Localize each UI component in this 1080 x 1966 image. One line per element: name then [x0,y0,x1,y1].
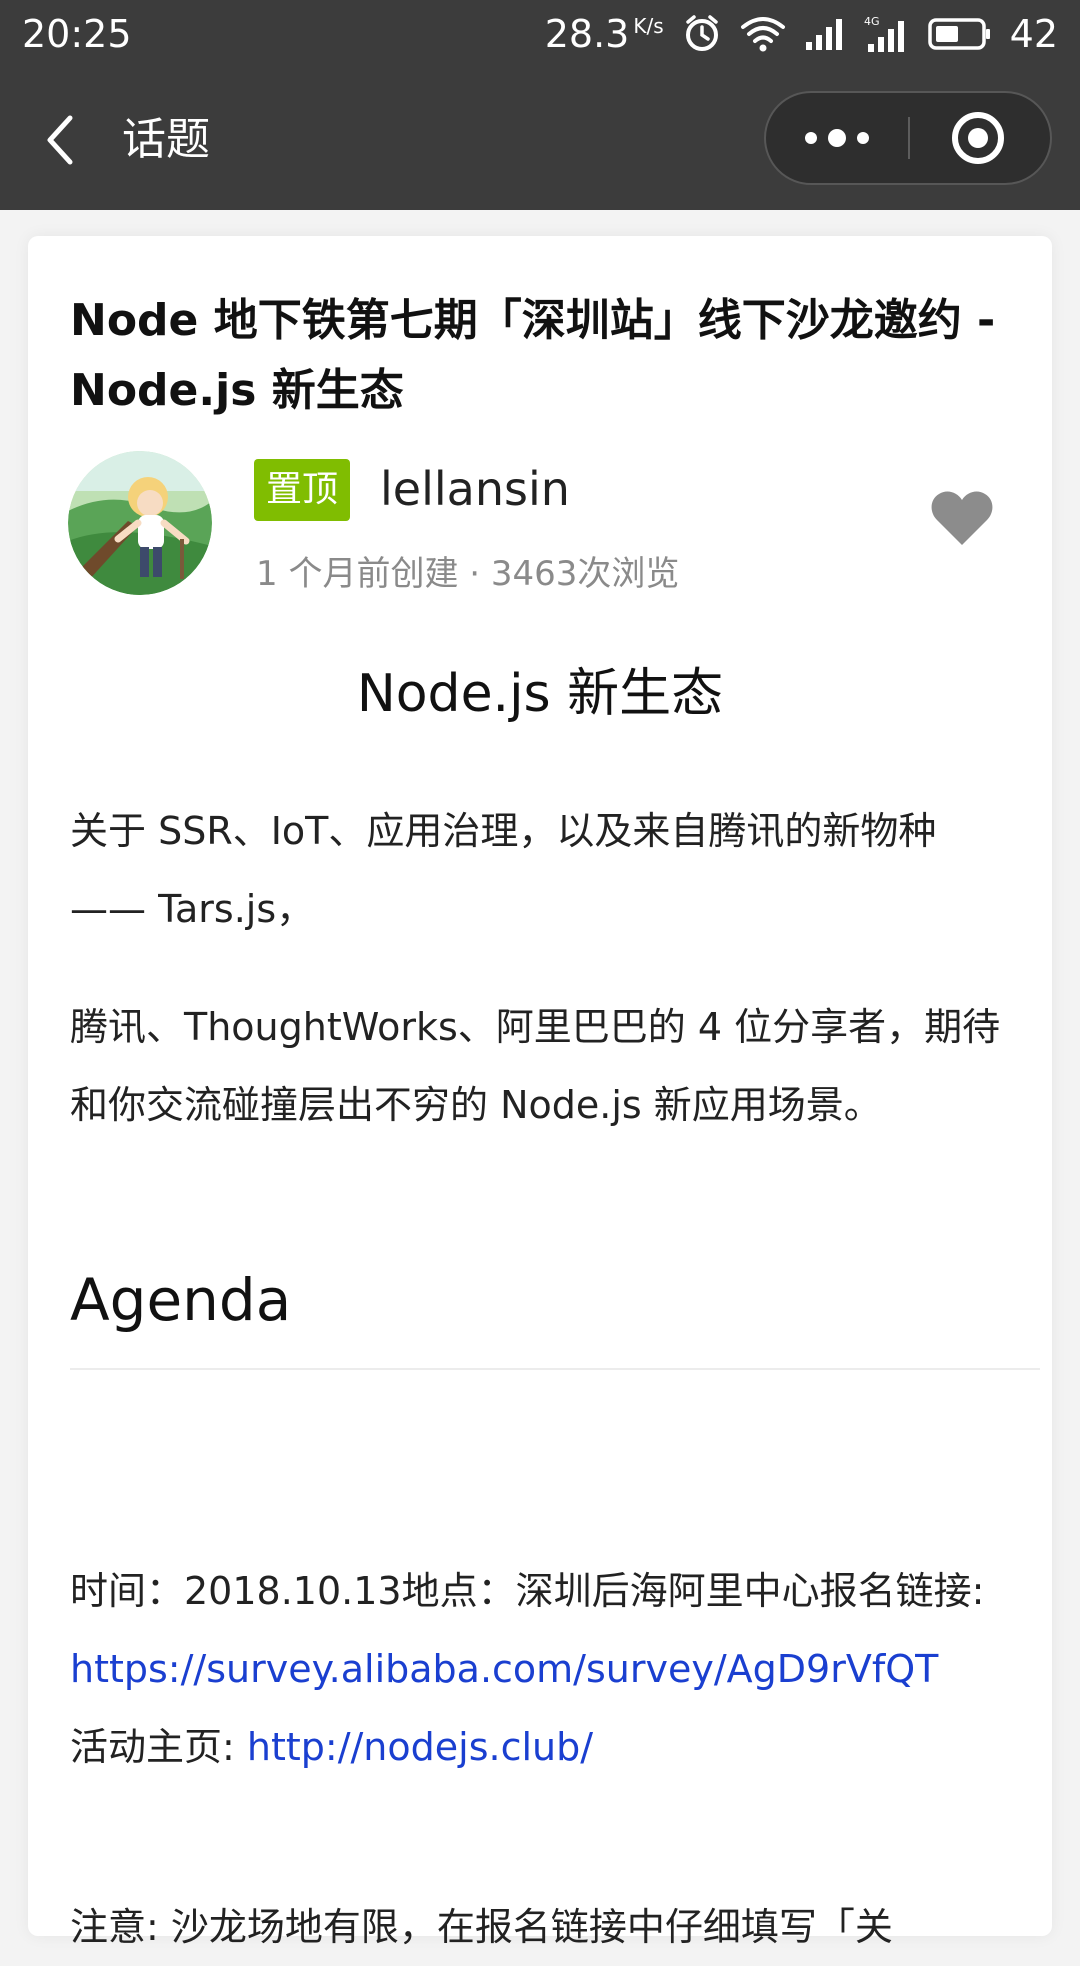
close-miniprogram-icon[interactable] [910,93,1050,183]
agenda-heading: Agenda [70,1266,292,1334]
signal-icon [805,19,842,50]
event-info-text: 时间：2018.10.13地点：深圳后海阿里中心报名链接: [70,1569,985,1613]
alarm-icon [685,15,718,51]
topic-title: Node 地下铁第七期「深圳站」线下沙龙邀约 - Node.js 新生态 [70,295,996,416]
network-speed-unit: K/s [633,14,664,38]
event-info: 时间：2018.10.13地点：深圳后海阿里中心报名链接: https://su… [70,1552,1020,1786]
page-title: 话题 [122,114,210,165]
topic-meta: 1 个月前创建 · 3463次浏览 [256,554,680,594]
network-speed-value: 28.3 [544,12,630,56]
battery-icon [927,18,990,50]
signup-link[interactable]: https://survey.alibaba.com/survey/AgD9rV… [70,1647,938,1691]
author-avatar[interactable] [68,451,212,595]
network-speed: 28.3 K/s [545,12,664,56]
author-name[interactable]: lellansin [380,456,570,522]
status-icons: 28.3 K/s 4G 42 [545,12,1058,56]
status-time: 20:25 [22,12,132,56]
speakers-paragraph: 腾讯、ThoughtWorks、阿里巴巴的 4 位分享者，期待和你交流碰撞层出不… [70,1005,1001,1127]
intro-paragraph: 关于 SSR、IoT、应用治理，以及来自腾讯的新物种 —— Tars.js， [70,809,937,931]
miniprogram-capsule [764,91,1052,185]
agenda-divider [70,1368,1040,1370]
battery-level: 42 [1009,12,1058,56]
svg-text:4G: 4G [864,15,880,28]
homepage-label: 活动主页: [70,1725,247,1769]
wifi-icon [740,17,785,52]
nav-bar: 话题 [0,68,1080,210]
content-heading: Node.js 新生态 [356,664,724,724]
heart-icon[interactable] [930,489,994,547]
more-options-icon[interactable] [766,93,908,183]
signal-4g-icon: 4G [864,15,904,52]
homepage-link[interactable]: http://nodejs.club/ [247,1725,593,1769]
back-arrow-icon[interactable] [40,112,84,168]
status-bar: 20:25 28.3 K/s 4G 42 [0,0,1080,68]
pinned-badge: 置顶 [254,459,351,521]
topic-card: Node 地下铁第七期「深圳站」线下沙龙邀约 - Node.js 新生态 置顶 … [28,236,1052,1949]
notice-paragraph: 注意: 沙龙场地有限，在报名链接中仔细填写「关 [70,1905,893,1949]
